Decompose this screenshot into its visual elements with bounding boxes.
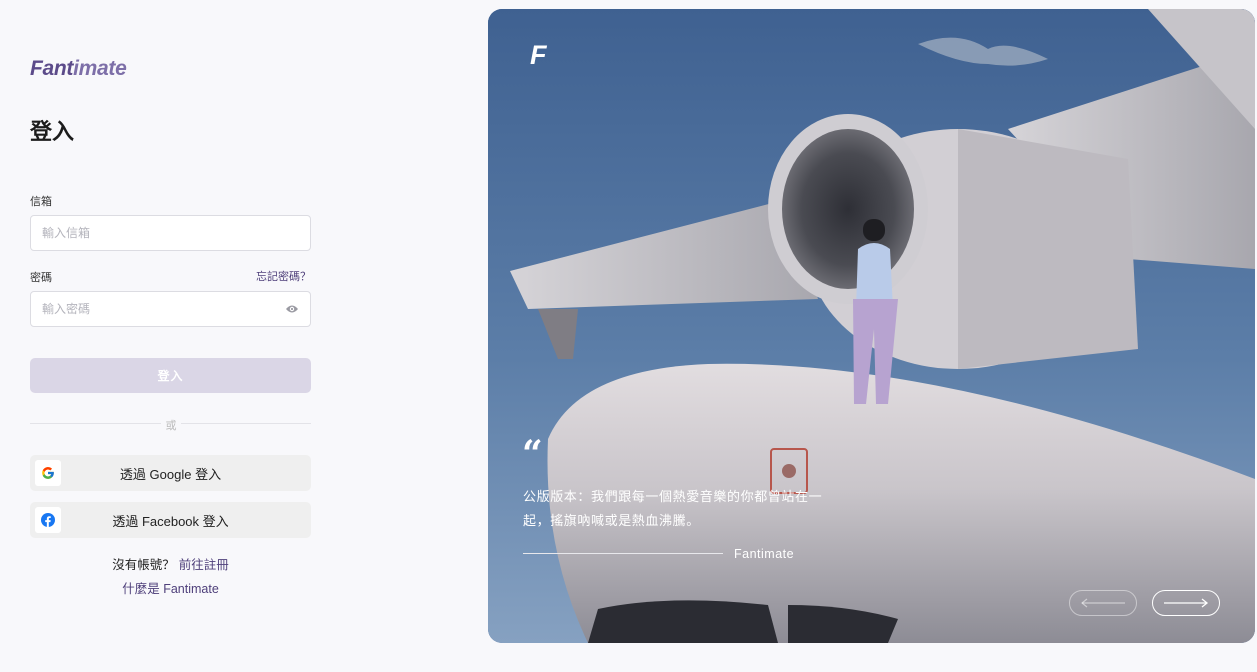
email-label: 信箱 bbox=[30, 196, 52, 208]
hero-quote: 公版版本：我們跟每一個熱愛音樂的你都曾站在一起，搖旗吶喊或是熱血沸騰。 bbox=[523, 489, 823, 528]
or-divider-label: 或 bbox=[161, 417, 181, 433]
email-input[interactable] bbox=[31, 216, 310, 250]
login-form-panel: Fantimate 登入 信箱 密碼 忘記密碼？ 登入 或 bbox=[30, 0, 311, 672]
hero-brand-mark: F bbox=[530, 40, 547, 70]
hero-illustration bbox=[488, 9, 1255, 643]
signup-row: 沒有帳號？ 前往註冊 bbox=[30, 554, 311, 573]
page-title: 登入 bbox=[30, 119, 75, 144]
login-button[interactable]: 登入 bbox=[30, 358, 311, 393]
password-input[interactable] bbox=[31, 292, 310, 326]
logo-text-suffix: imate bbox=[73, 57, 127, 80]
forgot-password-link[interactable]: 忘記密碼？ bbox=[256, 268, 311, 284]
email-field-box bbox=[30, 215, 311, 251]
eye-icon[interactable] bbox=[285, 304, 299, 314]
facebook-login-label: 透過 Facebook 登入 bbox=[112, 513, 229, 529]
google-icon bbox=[35, 460, 61, 486]
facebook-icon bbox=[35, 507, 61, 533]
hero-panel: F “ 公版版本：我們跟每一個熱愛音樂的你都曾站在一起，搖旗吶喊或是熱血沸騰。 … bbox=[488, 9, 1255, 643]
carousel-prev-button[interactable] bbox=[1069, 590, 1137, 616]
login-page: Fantimate 登入 信箱 密碼 忘記密碼？ 登入 或 bbox=[0, 0, 1257, 672]
google-login-label: 透過 Google 登入 bbox=[119, 466, 222, 482]
password-label: 密碼 bbox=[30, 272, 52, 284]
quote-divider bbox=[523, 553, 723, 554]
google-login-button[interactable]: 透過 Google 登入 bbox=[30, 455, 311, 491]
arrow-left-icon bbox=[1081, 598, 1125, 608]
password-field-box bbox=[30, 291, 311, 327]
no-account-text: 沒有帳號？ bbox=[112, 558, 175, 572]
carousel-next-button[interactable] bbox=[1152, 590, 1220, 616]
quote-author: Fantimate bbox=[734, 547, 795, 561]
about-fantimate-link[interactable]: 什麼是 Fantimate bbox=[30, 578, 311, 597]
arrow-right-icon bbox=[1164, 598, 1209, 608]
signup-link[interactable]: 前往註冊 bbox=[179, 558, 229, 572]
quote-mark: “ bbox=[522, 433, 543, 475]
fantimate-logo[interactable]: Fantimate bbox=[30, 57, 127, 81]
facebook-login-button[interactable]: 透過 Facebook 登入 bbox=[30, 502, 311, 538]
logo-text-prefix: Fant bbox=[30, 57, 74, 80]
